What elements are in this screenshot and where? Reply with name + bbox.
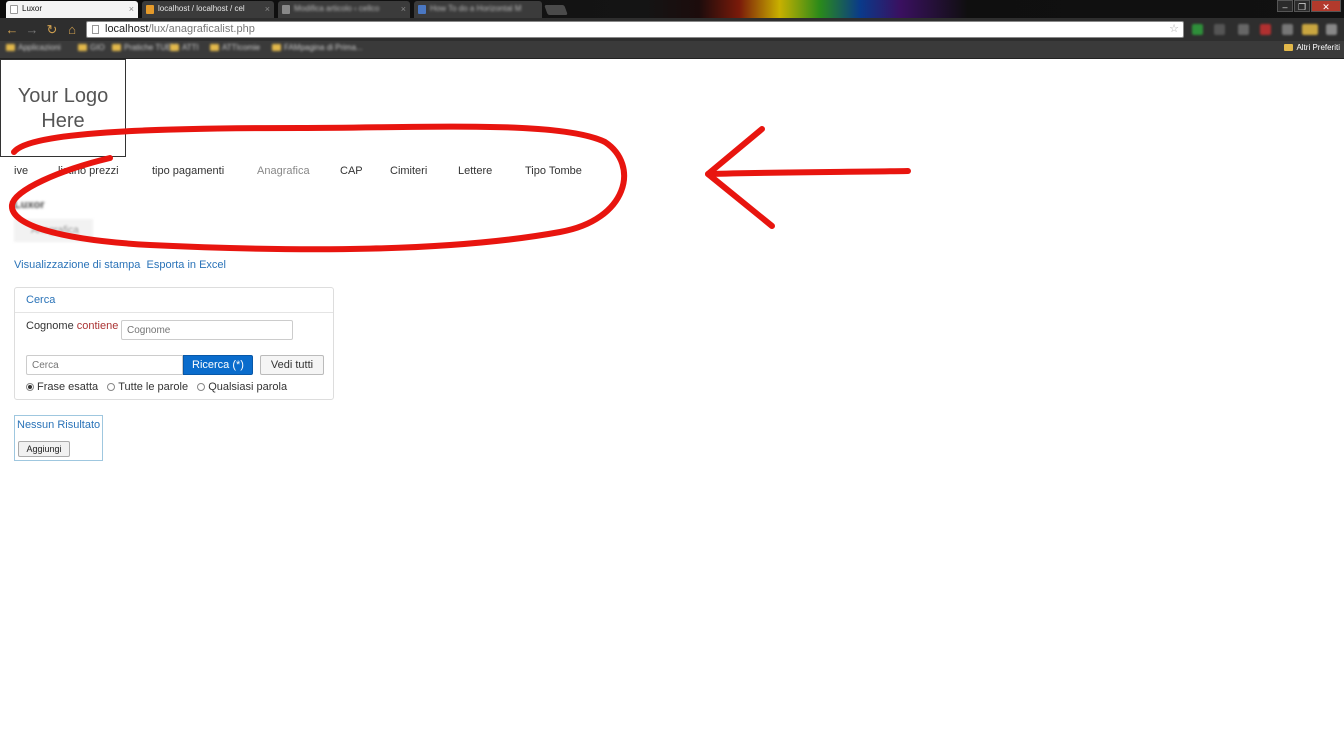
close-window-button[interactable]: ✕	[1311, 0, 1341, 12]
search-panel: Cerca Cognome contiene Ricerca (*) Vedi …	[14, 287, 334, 400]
tab-close-icon[interactable]: ×	[401, 1, 406, 17]
field-name: Cognome	[26, 320, 74, 332]
tab-close-icon[interactable]: ×	[265, 1, 270, 17]
radio-frase-esatta[interactable]: Frase esatta	[26, 381, 98, 393]
new-tab-button[interactable]	[544, 5, 568, 15]
brand-title: Luxor	[14, 199, 45, 211]
bookmarks-bar: Applicazioni GIO Pratiche TUEV ATTI ATTI…	[0, 41, 1344, 59]
tab-luxor[interactable]: Luxor ×	[6, 1, 138, 18]
extension-icon[interactable]	[1302, 24, 1318, 35]
menu-item-anagrafica[interactable]: Anagrafica	[257, 165, 310, 177]
other-bookmarks-folder[interactable]: Altri Preferiti	[1284, 43, 1340, 52]
menu-icon[interactable]	[1326, 24, 1337, 35]
extension-icon[interactable]	[1282, 24, 1293, 35]
bookmark-item[interactable]: ATTIcomie	[210, 43, 260, 52]
tab-close-icon[interactable]: ×	[129, 1, 134, 17]
page-icon	[10, 5, 18, 14]
extension-icon[interactable]	[1238, 24, 1249, 35]
address-host: localhost	[105, 23, 149, 35]
bookmark-item[interactable]: GIO	[78, 43, 105, 52]
search-button[interactable]: Ricerca (*)	[183, 355, 253, 375]
menu-item-tipo-tombe[interactable]: Tipo Tombe	[525, 165, 582, 177]
search-field-label: Cognome contiene	[26, 320, 118, 332]
minimize-button[interactable]: –	[1277, 0, 1293, 12]
radio-tutte-le-parole[interactable]: Tutte le parole	[107, 381, 188, 393]
bookmark-item[interactable]: ATTI	[170, 43, 199, 52]
reload-icon[interactable]: ↻	[44, 22, 60, 38]
browser-tab-bar: Luxor × localhost / localhost / cel × Mo…	[0, 0, 1344, 18]
phpmyadmin-icon	[146, 5, 154, 14]
radio-selected-icon	[26, 383, 34, 391]
page-content: Your Logo Here ive listino prezzi tipo p…	[0, 59, 1344, 733]
search-panel-title[interactable]: Cerca	[15, 288, 333, 313]
bookmark-item[interactable]: FAMpagina di Prima...	[272, 43, 363, 52]
tab-title: How To do a Horizontal M	[430, 4, 522, 13]
browser-toolbar: ← → ↻ ⌂ localhost/lux/anagraficalist.php…	[0, 18, 1344, 41]
tab-title: localhost / localhost / cel	[158, 4, 245, 13]
menu-item-ive[interactable]: ive	[14, 165, 28, 177]
tab-title: Luxor	[22, 4, 43, 13]
bookmark-star-icon[interactable]: ☆	[1169, 22, 1179, 37]
extension-icon[interactable]	[1260, 24, 1271, 35]
radio-icon	[107, 383, 116, 391]
radio-qualsiasi-parola[interactable]: Qualsiasi parola	[197, 381, 287, 393]
breadcrumb: Anagrafica	[14, 219, 93, 242]
export-excel-link[interactable]: Esporta in Excel	[147, 259, 226, 271]
page-icon	[418, 5, 426, 14]
no-results-message: Nessun Risultato	[17, 419, 101, 431]
logo-line-1: Your Logo	[17, 85, 109, 107]
add-button[interactable]: Aggiungi	[18, 441, 70, 457]
page-icon	[92, 25, 99, 34]
extension-icon[interactable]	[1214, 24, 1225, 35]
results-panel: Nessun Risultato Aggiungi	[14, 415, 103, 461]
home-icon[interactable]: ⌂	[64, 22, 80, 38]
search-operator: contiene	[76, 320, 119, 332]
tab-title: Modifica articolo ‹ cellco	[294, 4, 380, 13]
logo[interactable]: Your Logo Here	[0, 59, 126, 157]
print-view-link[interactable]: Visualizzazione di stampa	[14, 259, 140, 271]
page-icon	[282, 5, 290, 14]
cognome-input[interactable]	[121, 320, 293, 340]
forward-arrow-icon[interactable]: →	[24, 22, 40, 38]
address-path: /lux/anagraficalist.php	[148, 23, 255, 35]
bookmark-item[interactable]: Applicazioni	[6, 43, 61, 52]
bookmark-item[interactable]: Pratiche TUEV	[112, 43, 177, 52]
search-type-options: Frase esatta Tutte le parole Qualsiasi p…	[26, 381, 293, 393]
logo-line-2: Here	[41, 110, 85, 132]
folder-icon	[1284, 44, 1294, 51]
restore-button[interactable]: ❐	[1294, 0, 1310, 12]
extension-icon[interactable]	[1192, 24, 1203, 35]
search-input[interactable]	[26, 355, 183, 375]
menu-item-tipo-pagamenti[interactable]: tipo pagamenti	[152, 165, 224, 177]
show-all-button[interactable]: Vedi tutti	[260, 355, 324, 375]
menu-item-listino-prezzi[interactable]: listino prezzi	[58, 165, 119, 177]
tab-how-to[interactable]: How To do a Horizontal M	[414, 1, 542, 18]
radio-icon	[197, 383, 206, 391]
address-bar[interactable]: localhost/lux/anagraficalist.php ☆	[86, 21, 1184, 38]
back-arrow-icon[interactable]: ←	[4, 22, 20, 38]
tab-modifica-articolo[interactable]: Modifica articolo ‹ cellco ×	[278, 1, 410, 18]
export-links: Visualizzazione di stampa Esporta in Exc…	[14, 259, 226, 271]
menu-item-cap[interactable]: CAP	[340, 165, 363, 177]
menu-item-cimiteri[interactable]: Cimiteri	[390, 165, 427, 177]
tab-localhost[interactable]: localhost / localhost / cel ×	[142, 1, 274, 18]
menu-item-lettere[interactable]: Lettere	[458, 165, 492, 177]
